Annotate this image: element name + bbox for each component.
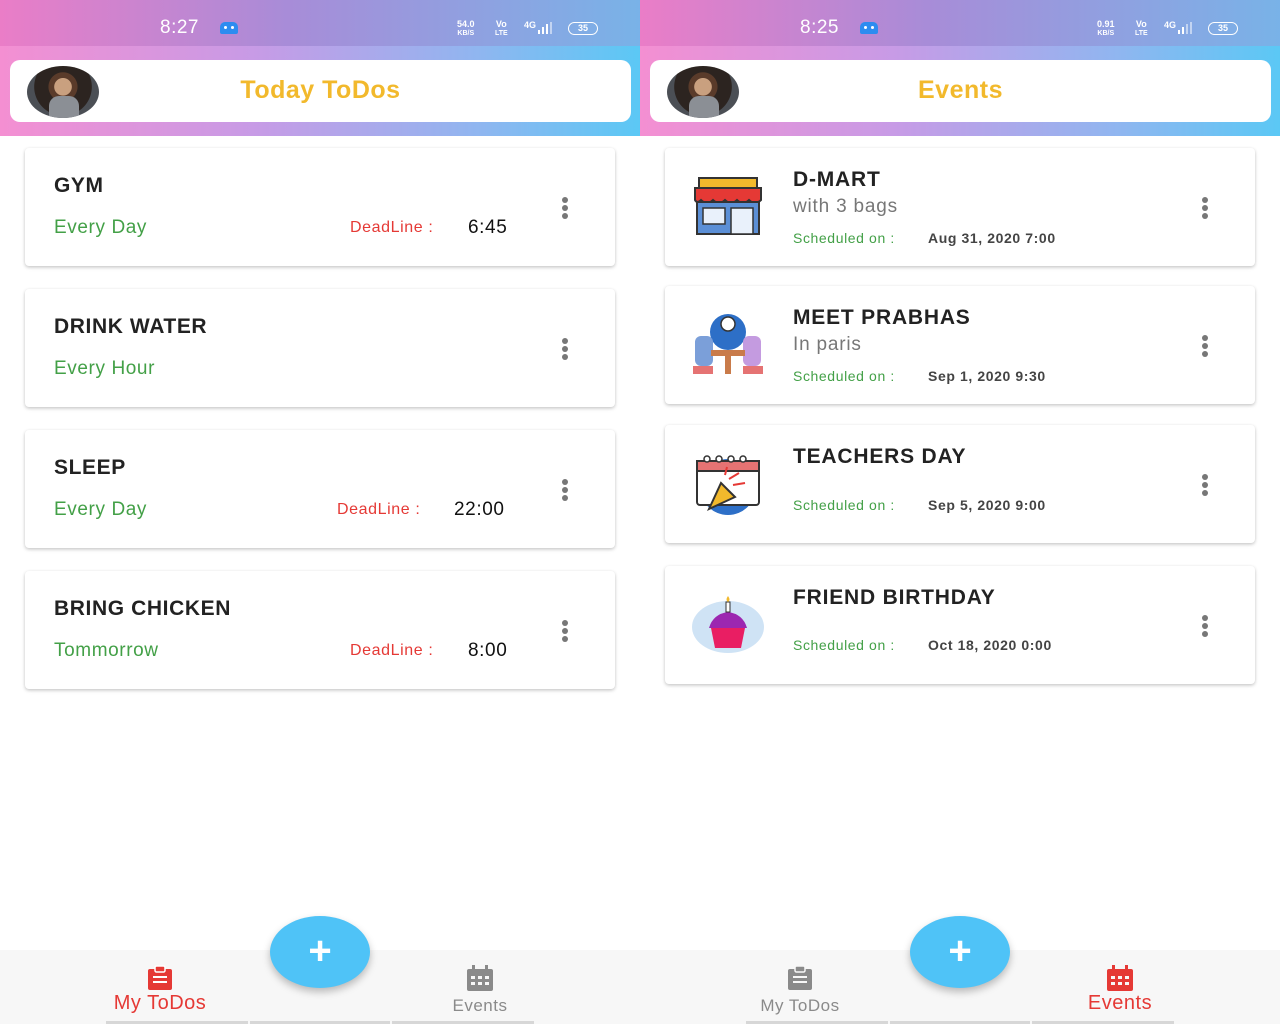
deadline-label: DeadLine :: [337, 501, 421, 518]
status-time: 8:25: [800, 17, 839, 38]
more-vert-icon[interactable]: [562, 197, 568, 219]
todo-title: DRINK WATER: [54, 315, 208, 338]
scheduled-label: Scheduled on :: [793, 637, 895, 653]
network-type: 4G: [524, 20, 537, 30]
battery-icon: 35: [1208, 22, 1238, 35]
event-subtitle: In paris: [793, 334, 862, 355]
todo-title: GYM: [54, 174, 104, 197]
nav-events[interactable]: Events: [1050, 950, 1190, 1024]
deadline-label: DeadLine :: [350, 219, 434, 236]
event-card[interactable]: FRIEND BIRTHDAY Scheduled on : Oct 18, 2…: [665, 566, 1255, 684]
todo-card[interactable]: DRINK WATER Every Hour: [25, 289, 615, 407]
more-vert-icon[interactable]: [562, 479, 568, 501]
deadline-label: DeadLine :: [350, 642, 434, 659]
deadline-value: 8:00: [468, 640, 508, 661]
net-speed-value: 0.91: [1097, 19, 1115, 29]
todos-screen: 8:27 54.0 KB/S Vo LTE 4G 35 Today ToDos GY…: [0, 0, 640, 1024]
add-button[interactable]: +: [270, 916, 370, 988]
signal-icon: [538, 22, 552, 34]
volte-top: Vo: [495, 19, 507, 29]
event-card[interactable]: MEET PRABHAS In paris Scheduled on : Sep…: [665, 286, 1255, 404]
event-subtitle: with 3 bags: [793, 196, 898, 217]
event-date: Oct 18, 2020 0:00: [928, 637, 1052, 653]
more-vert-icon[interactable]: [1202, 474, 1208, 496]
store-icon: [694, 177, 762, 235]
net-speed-value: 54.0: [457, 19, 475, 29]
meeting-icon: [693, 314, 763, 374]
event-title: MEET PRABHAS: [793, 306, 971, 329]
todo-frequency: Every Hour: [54, 358, 156, 379]
volte-indicator: Vo LTE: [495, 20, 508, 38]
status-time: 8:27: [160, 17, 199, 38]
net-speed: 54.0 KB/S: [457, 20, 475, 38]
event-date: Aug 31, 2020 7:00: [928, 230, 1056, 246]
more-vert-icon[interactable]: [1202, 615, 1208, 637]
event-date: Sep 5, 2020 9:00: [928, 497, 1046, 513]
more-vert-icon[interactable]: [562, 620, 568, 642]
volte-indicator: Vo LTE: [1135, 20, 1148, 38]
event-card[interactable]: TEACHERS DAY Scheduled on : Sep 5, 2020 …: [665, 425, 1255, 543]
more-vert-icon[interactable]: [562, 338, 568, 360]
net-speed-unit: KB/S: [457, 30, 475, 37]
status-bar: 8:25 0.91 KB/S Vo LTE 4G 35: [640, 0, 1280, 46]
todo-title: SLEEP: [54, 456, 126, 479]
todo-card[interactable]: GYM Every Day DeadLine : 6:45: [25, 148, 615, 266]
more-vert-icon[interactable]: [1202, 335, 1208, 357]
nav-label: My ToDos: [760, 996, 840, 1015]
title-card: Events: [650, 60, 1271, 122]
more-vert-icon[interactable]: [1202, 197, 1208, 219]
scheduled-label: Scheduled on :: [793, 368, 895, 384]
page-title: Today ToDos: [240, 76, 401, 104]
signal-icon: [1178, 22, 1192, 34]
event-title: TEACHERS DAY: [793, 445, 967, 468]
clipboard-icon: [788, 965, 812, 990]
scheduled-label: Scheduled on :: [793, 230, 895, 246]
deadline-value: 22:00: [454, 499, 505, 520]
net-speed: 0.91 KB/S: [1097, 20, 1115, 38]
nav-label: Events: [452, 996, 508, 1015]
volte-bottom: LTE: [1135, 30, 1148, 37]
status-bar: 8:27 54.0 KB/S Vo LTE 4G 35: [0, 0, 640, 46]
event-date: Sep 1, 2020 9:30: [928, 368, 1046, 384]
cupcake-icon: [692, 596, 764, 653]
todo-title: BRING CHICKEN: [54, 597, 231, 620]
calendar-icon: [467, 965, 493, 991]
todo-card[interactable]: SLEEP Every Day DeadLine : 22:00: [25, 430, 615, 548]
calendar-icon: [1107, 965, 1133, 991]
nav-my-todos[interactable]: My ToDos: [90, 950, 230, 1024]
nav-label: My ToDos: [113, 992, 207, 1014]
add-button[interactable]: +: [910, 916, 1010, 988]
scheduled-label: Scheduled on :: [793, 497, 895, 513]
page-title: Events: [918, 76, 1003, 104]
android-icon: [220, 22, 238, 34]
event-title: FRIEND BIRTHDAY: [793, 586, 996, 609]
nav-my-todos[interactable]: My ToDos: [730, 950, 870, 1024]
todo-frequency: Every Day: [54, 217, 148, 238]
clipboard-icon: [148, 965, 172, 990]
nav-events[interactable]: Events: [410, 950, 550, 1024]
volte-top: Vo: [1135, 19, 1147, 29]
todo-frequency: Every Day: [54, 499, 148, 520]
deadline-value: 6:45: [468, 217, 508, 238]
battery-icon: 35: [568, 22, 598, 35]
volte-bottom: LTE: [495, 30, 508, 37]
calendar-party-icon: [696, 455, 760, 515]
events-screen: 8:25 0.91 KB/S Vo LTE 4G 35 Events D-MART …: [640, 0, 1280, 1024]
todo-card[interactable]: BRING CHICKEN Tommorrow DeadLine : 8:00: [25, 571, 615, 689]
android-icon: [860, 22, 878, 34]
todo-frequency: Tommorrow: [54, 640, 159, 661]
net-speed-unit: KB/S: [1097, 30, 1115, 37]
event-title: D-MART: [793, 168, 881, 191]
nav-label: Events: [1087, 992, 1153, 1014]
network-type: 4G: [1164, 20, 1177, 30]
title-card: Today ToDos: [10, 60, 631, 122]
event-card[interactable]: D-MART with 3 bags Scheduled on : Aug 31…: [665, 148, 1255, 266]
